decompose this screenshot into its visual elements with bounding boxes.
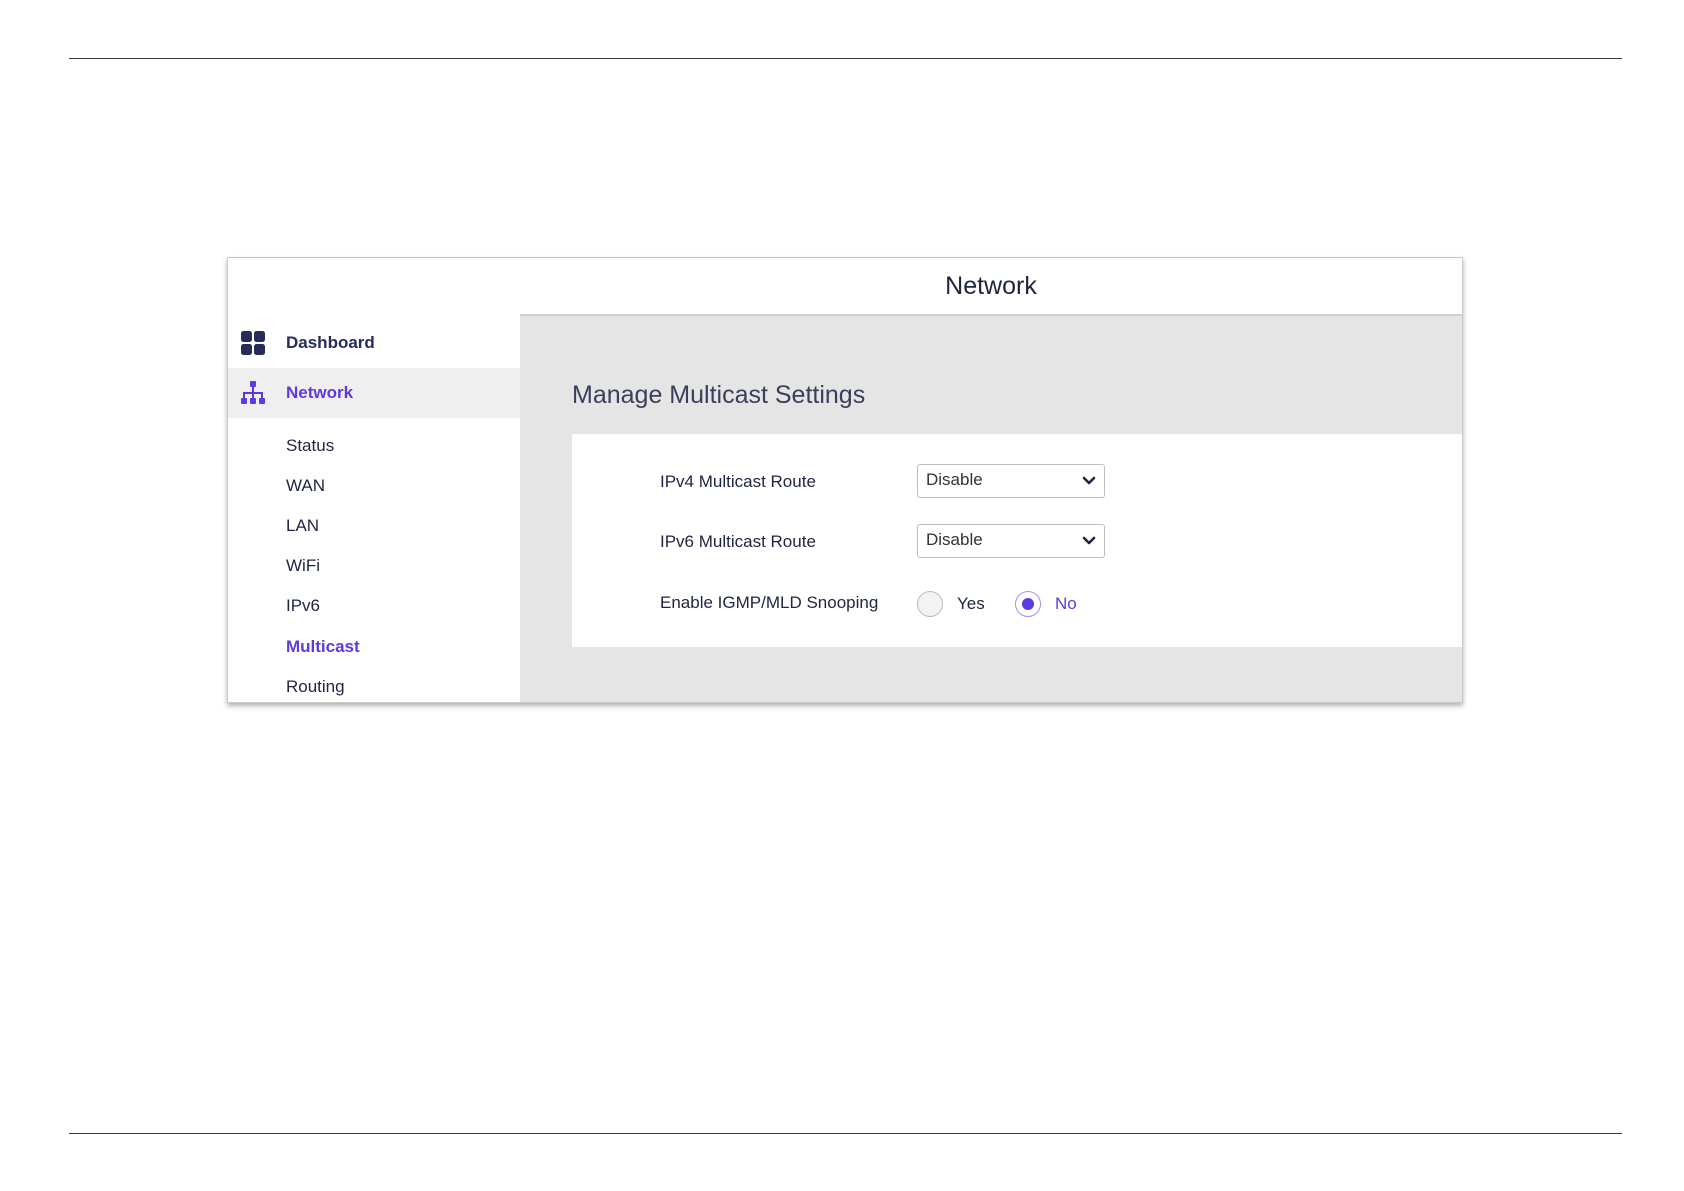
radio-selected-dot (1022, 598, 1034, 610)
sidebar-subitem-routing[interactable]: Routing (286, 675, 345, 699)
snooping-yes-radio[interactable] (917, 591, 943, 617)
network-tree-icon (241, 381, 265, 404)
sidebar-item-network[interactable]: Network (228, 368, 520, 418)
page-top-rule (69, 58, 1622, 59)
content-area: Manage Multicast Settings IPv4 Multicast… (520, 314, 1462, 702)
router-admin-window: Network Dashboard Network Status WAN LAN… (227, 257, 1463, 703)
page-bottom-rule (69, 1133, 1622, 1134)
dashboard-grid-icon (241, 331, 265, 355)
snooping-label: Enable IGMP/MLD Snooping (660, 593, 879, 612)
ipv4-route-select[interactable]: Disable (917, 464, 1105, 498)
section-title: Manage Multicast Settings (572, 381, 866, 409)
sidebar-subitem-multicast[interactable]: Multicast (286, 635, 360, 659)
sidebar-subitem-wan[interactable]: WAN (286, 474, 325, 498)
sidebar-item-label: Network (286, 383, 354, 402)
sidebar: Dashboard Network Status WAN LAN WiFi IP… (228, 314, 520, 702)
ipv6-route-label: IPv6 Multicast Route (660, 532, 816, 551)
ipv4-route-label: IPv4 Multicast Route (660, 472, 816, 491)
chevron-down-icon (1082, 476, 1096, 485)
sidebar-subitem-lan[interactable]: LAN (286, 514, 319, 538)
select-value: Disable (926, 470, 983, 489)
snooping-no-label[interactable]: No (1055, 592, 1077, 616)
page-title: Network (945, 271, 1037, 300)
snooping-yes-label[interactable]: Yes (957, 592, 985, 616)
sidebar-subitem-status[interactable]: Status (286, 434, 334, 458)
sidebar-subitem-ipv6[interactable]: IPv6 (286, 594, 320, 618)
sidebar-item-label: Dashboard (286, 333, 375, 352)
ipv6-route-select[interactable]: Disable (917, 524, 1105, 558)
select-value: Disable (926, 530, 983, 549)
settings-panel: IPv4 Multicast Route Disable IPv6 Multic… (572, 434, 1462, 647)
sidebar-item-dashboard[interactable]: Dashboard (228, 318, 520, 368)
snooping-no-radio[interactable] (1015, 591, 1041, 617)
sidebar-subitem-wifi[interactable]: WiFi (286, 554, 320, 578)
chevron-down-icon (1082, 536, 1096, 545)
